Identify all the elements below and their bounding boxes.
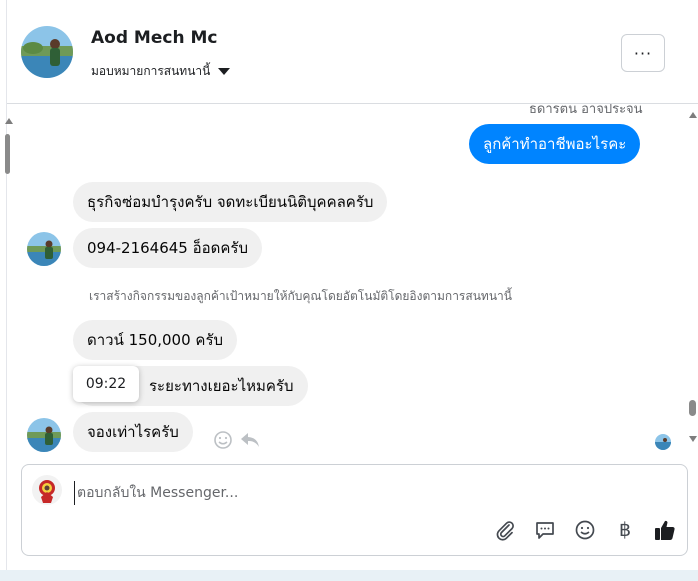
reply-input[interactable] xyxy=(74,481,634,505)
reply-arrow-icon[interactable] xyxy=(239,430,261,454)
message-bubble-incoming[interactable]: จองเท่าไรครับ xyxy=(73,412,193,452)
emoji-button[interactable] xyxy=(572,517,598,543)
assign-label: มอบหมายการสนทนานี้ xyxy=(91,64,211,78)
smiley-icon xyxy=(575,520,595,540)
chat-bubble-icon xyxy=(536,522,554,539)
scroll-up-arrow-icon[interactable] xyxy=(689,112,697,118)
scroll-down-arrow-icon[interactable] xyxy=(689,436,697,442)
page-avatar xyxy=(32,475,62,505)
conversation-header: Aod Mech Mc มอบหมายการสนทนานี้ ··· xyxy=(7,0,698,104)
message-bubble-outgoing[interactable]: ลูกค้าทำอาชีพอะไรคะ xyxy=(469,124,641,164)
message-bubble-incoming[interactable]: ธุรกิจซ่อมบำรุงครับ จดทะเบียนนิติบุคคลคร… xyxy=(73,182,388,222)
message-bubble-incoming[interactable]: ดาวน์ 150,000 ครับ xyxy=(73,320,238,360)
seen-indicator-avatar xyxy=(655,434,671,450)
conversation-panel: Aod Mech Mc มอบหมายการสนทนานี้ ··· ธดารต… xyxy=(5,0,698,570)
assign-conversation-dropdown[interactable]: มอบหมายการสนทนานี้ xyxy=(91,62,231,81)
contact-avatar[interactable] xyxy=(21,26,73,78)
sender-name-label: ธดารตน อาจประจน xyxy=(529,104,643,117)
message-thread: ธดารตน อาจประจน ลูกค้าทำอาชีพอะไรคะ ธุรก… xyxy=(7,104,698,464)
contact-name: Aod Mech Mc xyxy=(91,28,218,48)
scrollbar-thumb[interactable] xyxy=(689,400,696,416)
window-bottom-edge xyxy=(0,570,698,581)
timestamp-tooltip: 09:22 xyxy=(73,366,139,402)
caret-down-icon xyxy=(218,68,231,75)
message-actions xyxy=(213,430,261,454)
more-dots-icon: ··· xyxy=(633,43,653,63)
thread-scrollbar[interactable] xyxy=(687,104,698,464)
contact-avatar-small[interactable] xyxy=(27,418,61,452)
contact-avatar-small[interactable] xyxy=(27,232,61,266)
baht-icon: ฿ xyxy=(618,519,632,541)
thumbs-up-icon xyxy=(655,520,675,540)
composer-toolbar: ฿ xyxy=(492,517,678,543)
message-bubble-incoming[interactable]: 094-2164645 อ็อดครับ xyxy=(73,228,262,268)
message-composer: ฿ xyxy=(21,464,688,556)
payment-button[interactable]: ฿ xyxy=(612,517,638,543)
paperclip-icon xyxy=(496,521,514,541)
more-options-button[interactable]: ··· xyxy=(621,34,665,72)
react-emoji-icon[interactable] xyxy=(213,430,233,454)
like-button[interactable] xyxy=(652,517,678,543)
saved-replies-button[interactable] xyxy=(532,517,558,543)
system-note: เราสร้างกิจกรรมของลูกค้าเป้าหมายให้กับคุ… xyxy=(89,289,512,303)
attach-file-button[interactable] xyxy=(492,517,518,543)
